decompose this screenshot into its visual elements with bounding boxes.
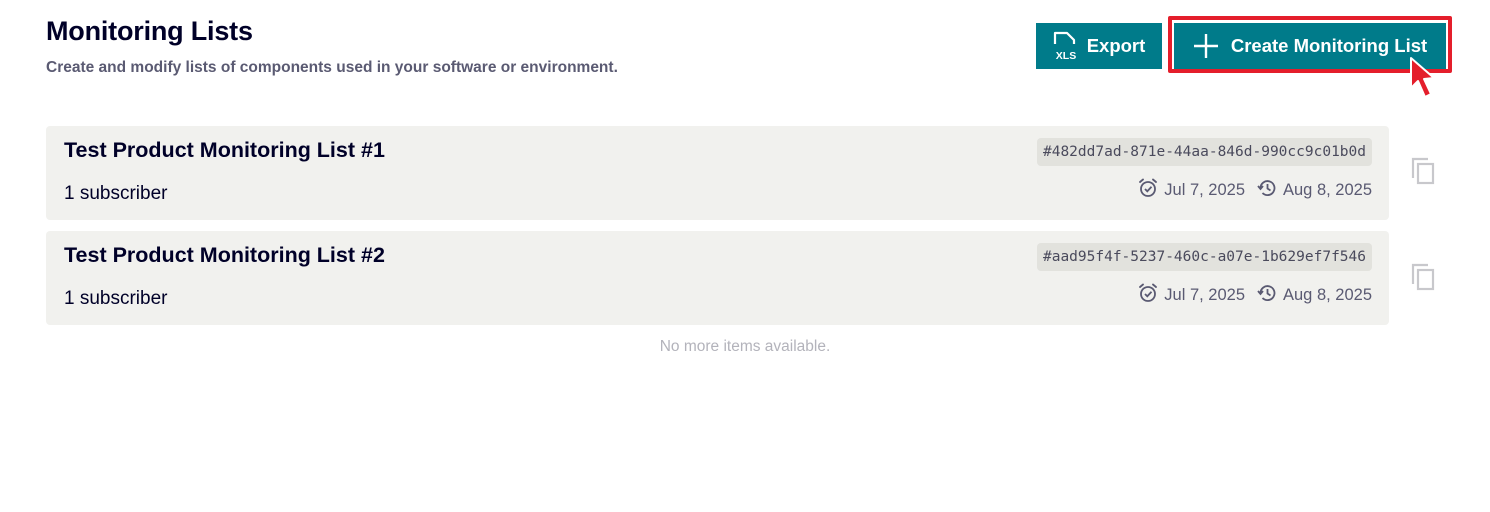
updated-date: Aug 8, 2025	[1283, 181, 1372, 199]
export-button-label: Export	[1086, 35, 1146, 56]
alarm-check-icon	[1138, 283, 1158, 308]
page-subtitle: Create and modify lists of components us…	[46, 59, 618, 76]
page-title: Monitoring Lists	[46, 16, 253, 46]
list-dates: Jul 7, 2025 Aug 8, 2025	[1138, 283, 1372, 308]
mouse-pointer-icon	[1407, 56, 1439, 115]
create-button-label: Create Monitoring List	[1230, 35, 1428, 56]
monitoring-list-card[interactable]: Test Product Monitoring List #1 1 subscr…	[46, 126, 1389, 220]
plus-icon	[1193, 33, 1219, 59]
list-title[interactable]: Test Product Monitoring List #2	[64, 243, 385, 268]
created-date: Jul 7, 2025	[1164, 181, 1245, 199]
subscriber-count: 1 subscriber	[64, 183, 168, 204]
history-icon	[1257, 178, 1277, 203]
copy-icon[interactable]	[1410, 262, 1436, 297]
xls-file-icon: XLS	[1053, 31, 1079, 61]
list-dates: Jul 7, 2025 Aug 8, 2025	[1138, 178, 1372, 203]
list-id-badge: #482dd7ad-871e-44aa-846d-990cc9c01b0d	[1036, 138, 1372, 166]
svg-text:XLS: XLS	[1055, 50, 1075, 61]
list-title[interactable]: Test Product Monitoring List #1	[64, 138, 385, 163]
no-more-items-text: No more items available.	[659, 338, 831, 355]
list-id-badge: #aad95f4f-5237-460c-a07e-1b629ef7f546	[1036, 243, 1372, 271]
copy-icon[interactable]	[1410, 156, 1436, 191]
created-date: Jul 7, 2025	[1164, 286, 1245, 304]
monitoring-lists-page: Monitoring Lists Create and modify lists…	[0, 0, 1490, 512]
monitoring-list-card[interactable]: Test Product Monitoring List #2 1 subscr…	[46, 231, 1389, 325]
updated-date: Aug 8, 2025	[1283, 286, 1372, 304]
export-button[interactable]: XLS Export	[1036, 23, 1162, 69]
create-monitoring-list-button[interactable]: Create Monitoring List	[1174, 23, 1446, 69]
history-icon	[1257, 283, 1277, 308]
alarm-check-icon	[1138, 178, 1158, 203]
subscriber-count: 1 subscriber	[64, 288, 168, 309]
